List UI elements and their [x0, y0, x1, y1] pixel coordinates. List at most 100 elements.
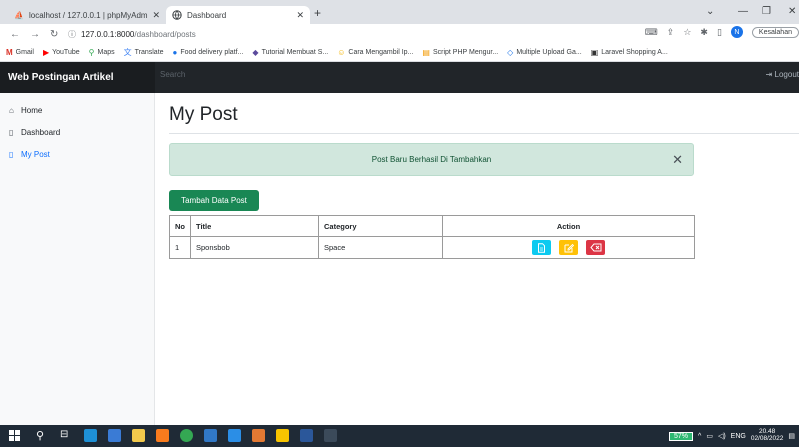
profile-status-badge[interactable]: Kesalahan: [751, 26, 799, 38]
address-bar: ← → ↻ ⓘ 127.0.0.1:8000/dashboard/posts ⌨…: [0, 24, 799, 44]
battery-indicator[interactable]: 57%: [669, 431, 694, 441]
profile-avatar[interactable]: N: [730, 26, 743, 38]
xampp-icon[interactable]: [252, 429, 265, 442]
add-post-button[interactable]: Tambah Data Post: [169, 190, 259, 211]
x-square-icon: [589, 243, 601, 252]
powershell-icon[interactable]: [204, 429, 217, 442]
sidebar-item-home[interactable]: ⌂ Home: [9, 105, 154, 116]
page-title: My Post: [169, 104, 238, 125]
clock-date: 02/08/2022: [750, 435, 784, 442]
file-explorer-icon[interactable]: [132, 429, 145, 442]
language-indicator[interactable]: ENG: [731, 433, 746, 440]
bookmark-maps[interactable]: ⚲ Maps: [89, 48, 115, 57]
logout-icon: ⇥: [765, 70, 775, 79]
bookmark-multiple-upload[interactable]: ◇ Multiple Upload Ga...: [507, 48, 582, 57]
maximize-icon[interactable]: ❐: [762, 6, 771, 17]
divider: [169, 133, 799, 134]
cell-category: Space: [318, 236, 443, 259]
brand[interactable]: Web Postingan Artikel: [0, 62, 155, 93]
chrome-icon[interactable]: [180, 429, 193, 442]
bookmark-youtube[interactable]: ▶ YouTube: [43, 48, 80, 57]
chevron-up-icon[interactable]: ^: [698, 433, 701, 440]
chevron-down-icon[interactable]: ⌄: [706, 6, 714, 17]
code-icon: ◇: [507, 48, 514, 57]
tab-label: localhost / 127.0.0.1 | phpMyAdm: [29, 10, 148, 20]
task-view-icon[interactable]: ⊟: [60, 429, 73, 442]
file-text-icon: ▯: [9, 150, 14, 159]
translate-icon: 文: [123, 48, 132, 57]
tab-dashboard[interactable]: Dashboard ✕: [166, 6, 310, 24]
vscode-icon[interactable]: [228, 429, 241, 442]
sidebar: ⌂ Home ▯ Dashboard ▯ My Post: [0, 93, 155, 425]
bookmark-page-icon: ▤: [422, 48, 430, 57]
sidebar-item-dashboard[interactable]: ▯ Dashboard: [9, 127, 154, 138]
bookmark-laravel-shopping[interactable]: ▣ Laravel Shopping A...: [591, 48, 668, 57]
table-header-row: No Title Category Action: [169, 215, 695, 237]
bookmark-tutorial[interactable]: ◆ Tutorial Membuat S...: [252, 48, 328, 57]
close-window-icon[interactable]: ✕: [788, 6, 796, 17]
sidebar-item-label: Dashboard: [21, 128, 61, 137]
bookmark-food-delivery[interactable]: ● Food delivery platf...: [173, 48, 244, 57]
forward-icon[interactable]: →: [30, 29, 40, 40]
cell-actions: [442, 236, 695, 259]
logout-button[interactable]: ⇥ Logout: [766, 70, 799, 79]
pencil-square-icon: [564, 243, 574, 252]
url-field[interactable]: ⓘ 127.0.0.1:8000/dashboard/posts: [68, 27, 196, 41]
success-alert: Post Baru Berhasil Di Tambahkan ✕: [169, 143, 694, 176]
tutorial-icon: ◆: [252, 48, 259, 57]
app-navbar: Web Postingan Artikel Search ⇥ Logout: [0, 62, 799, 93]
emoji-icon: ☺: [337, 48, 346, 57]
file-icon: ▯: [9, 128, 14, 137]
back-icon[interactable]: ←: [10, 29, 20, 40]
youtube-icon: ▶: [42, 48, 50, 57]
document-icon: [538, 242, 545, 253]
share-icon[interactable]: ⇪: [667, 27, 675, 38]
network-icon[interactable]: ▭: [706, 432, 713, 440]
bookmark-cara-mengambil[interactable]: ☺ Cara Mengambil Ip...: [337, 48, 413, 57]
close-tab-icon[interactable]: ✕: [152, 10, 160, 21]
bookmarks-bar: M Gmail ▶ YouTube ⚲ Maps 文 Translate ● Food d…: [0, 44, 799, 62]
os-taskbar: ⚲ ⊟ 57% ^ ▭ ◁) ENG 20.48 02/08/2022 ▤: [0, 425, 799, 447]
minimize-icon[interactable]: —: [738, 6, 748, 17]
star-icon[interactable]: ☆: [683, 27, 691, 38]
header-title: Title: [190, 215, 319, 237]
bookmark-gmail[interactable]: M Gmail: [6, 48, 34, 57]
tab-phpmyadmin[interactable]: ⛵ localhost / 127.0.0.1 | phpMyAdm ✕: [8, 6, 166, 24]
close-tab-icon[interactable]: ✕: [296, 10, 304, 21]
edit-button[interactable]: [559, 240, 578, 255]
tab-label: Dashboard: [187, 10, 227, 20]
sidebar-item-my-post[interactable]: ▯ My Post: [9, 149, 154, 160]
search-input[interactable]: Search: [160, 70, 185, 79]
close-icon[interactable]: ✕: [672, 153, 683, 166]
new-tab-icon[interactable]: +: [314, 6, 321, 20]
notification-icon[interactable]: ▤: [788, 432, 795, 440]
extensions-icon[interactable]: ✱: [700, 27, 708, 38]
search-icon[interactable]: ⚲: [36, 429, 49, 442]
reload-icon[interactable]: ↻: [50, 29, 58, 40]
alert-message: Post Baru Berhasil Di Tambahkan: [371, 155, 492, 164]
store-icon[interactable]: [84, 429, 97, 442]
word-icon[interactable]: [300, 429, 313, 442]
translate-icon[interactable]: ⌨: [645, 27, 658, 38]
view-button[interactable]: [532, 240, 551, 255]
windows-start-icon[interactable]: [8, 429, 21, 442]
cell-no: 1: [169, 236, 191, 259]
laravel-icon: ▣: [590, 48, 599, 57]
delete-button[interactable]: [586, 240, 605, 255]
url-host: 127.0.0.1:8000: [81, 29, 135, 39]
edge-icon[interactable]: [108, 429, 121, 442]
bookmark-translate[interactable]: 文 Translate: [124, 47, 164, 58]
clock[interactable]: 20.48 02/08/2022: [750, 428, 784, 443]
snipping-tool-icon[interactable]: [324, 429, 337, 442]
table-row: 1 Sponsbob Space: [169, 236, 695, 259]
bookmark-script-php[interactable]: ▤ Script PHP Mengur...: [422, 48, 498, 57]
globe-icon: [172, 10, 182, 20]
info-icon[interactable]: ⓘ: [68, 29, 76, 40]
volume-icon[interactable]: ◁): [718, 432, 726, 440]
cell-title: Sponsbob: [190, 236, 319, 259]
browser-tab-bar: ⛵ localhost / 127.0.0.1 | phpMyAdm ✕ Das…: [0, 0, 799, 24]
system-tray: 57% ^ ▭ ◁) ENG 20.48 02/08/2022 ▤: [669, 427, 799, 445]
folder-icon[interactable]: [276, 429, 289, 442]
sublime-icon[interactable]: [156, 429, 169, 442]
sidepanel-icon[interactable]: ▯: [717, 27, 722, 38]
